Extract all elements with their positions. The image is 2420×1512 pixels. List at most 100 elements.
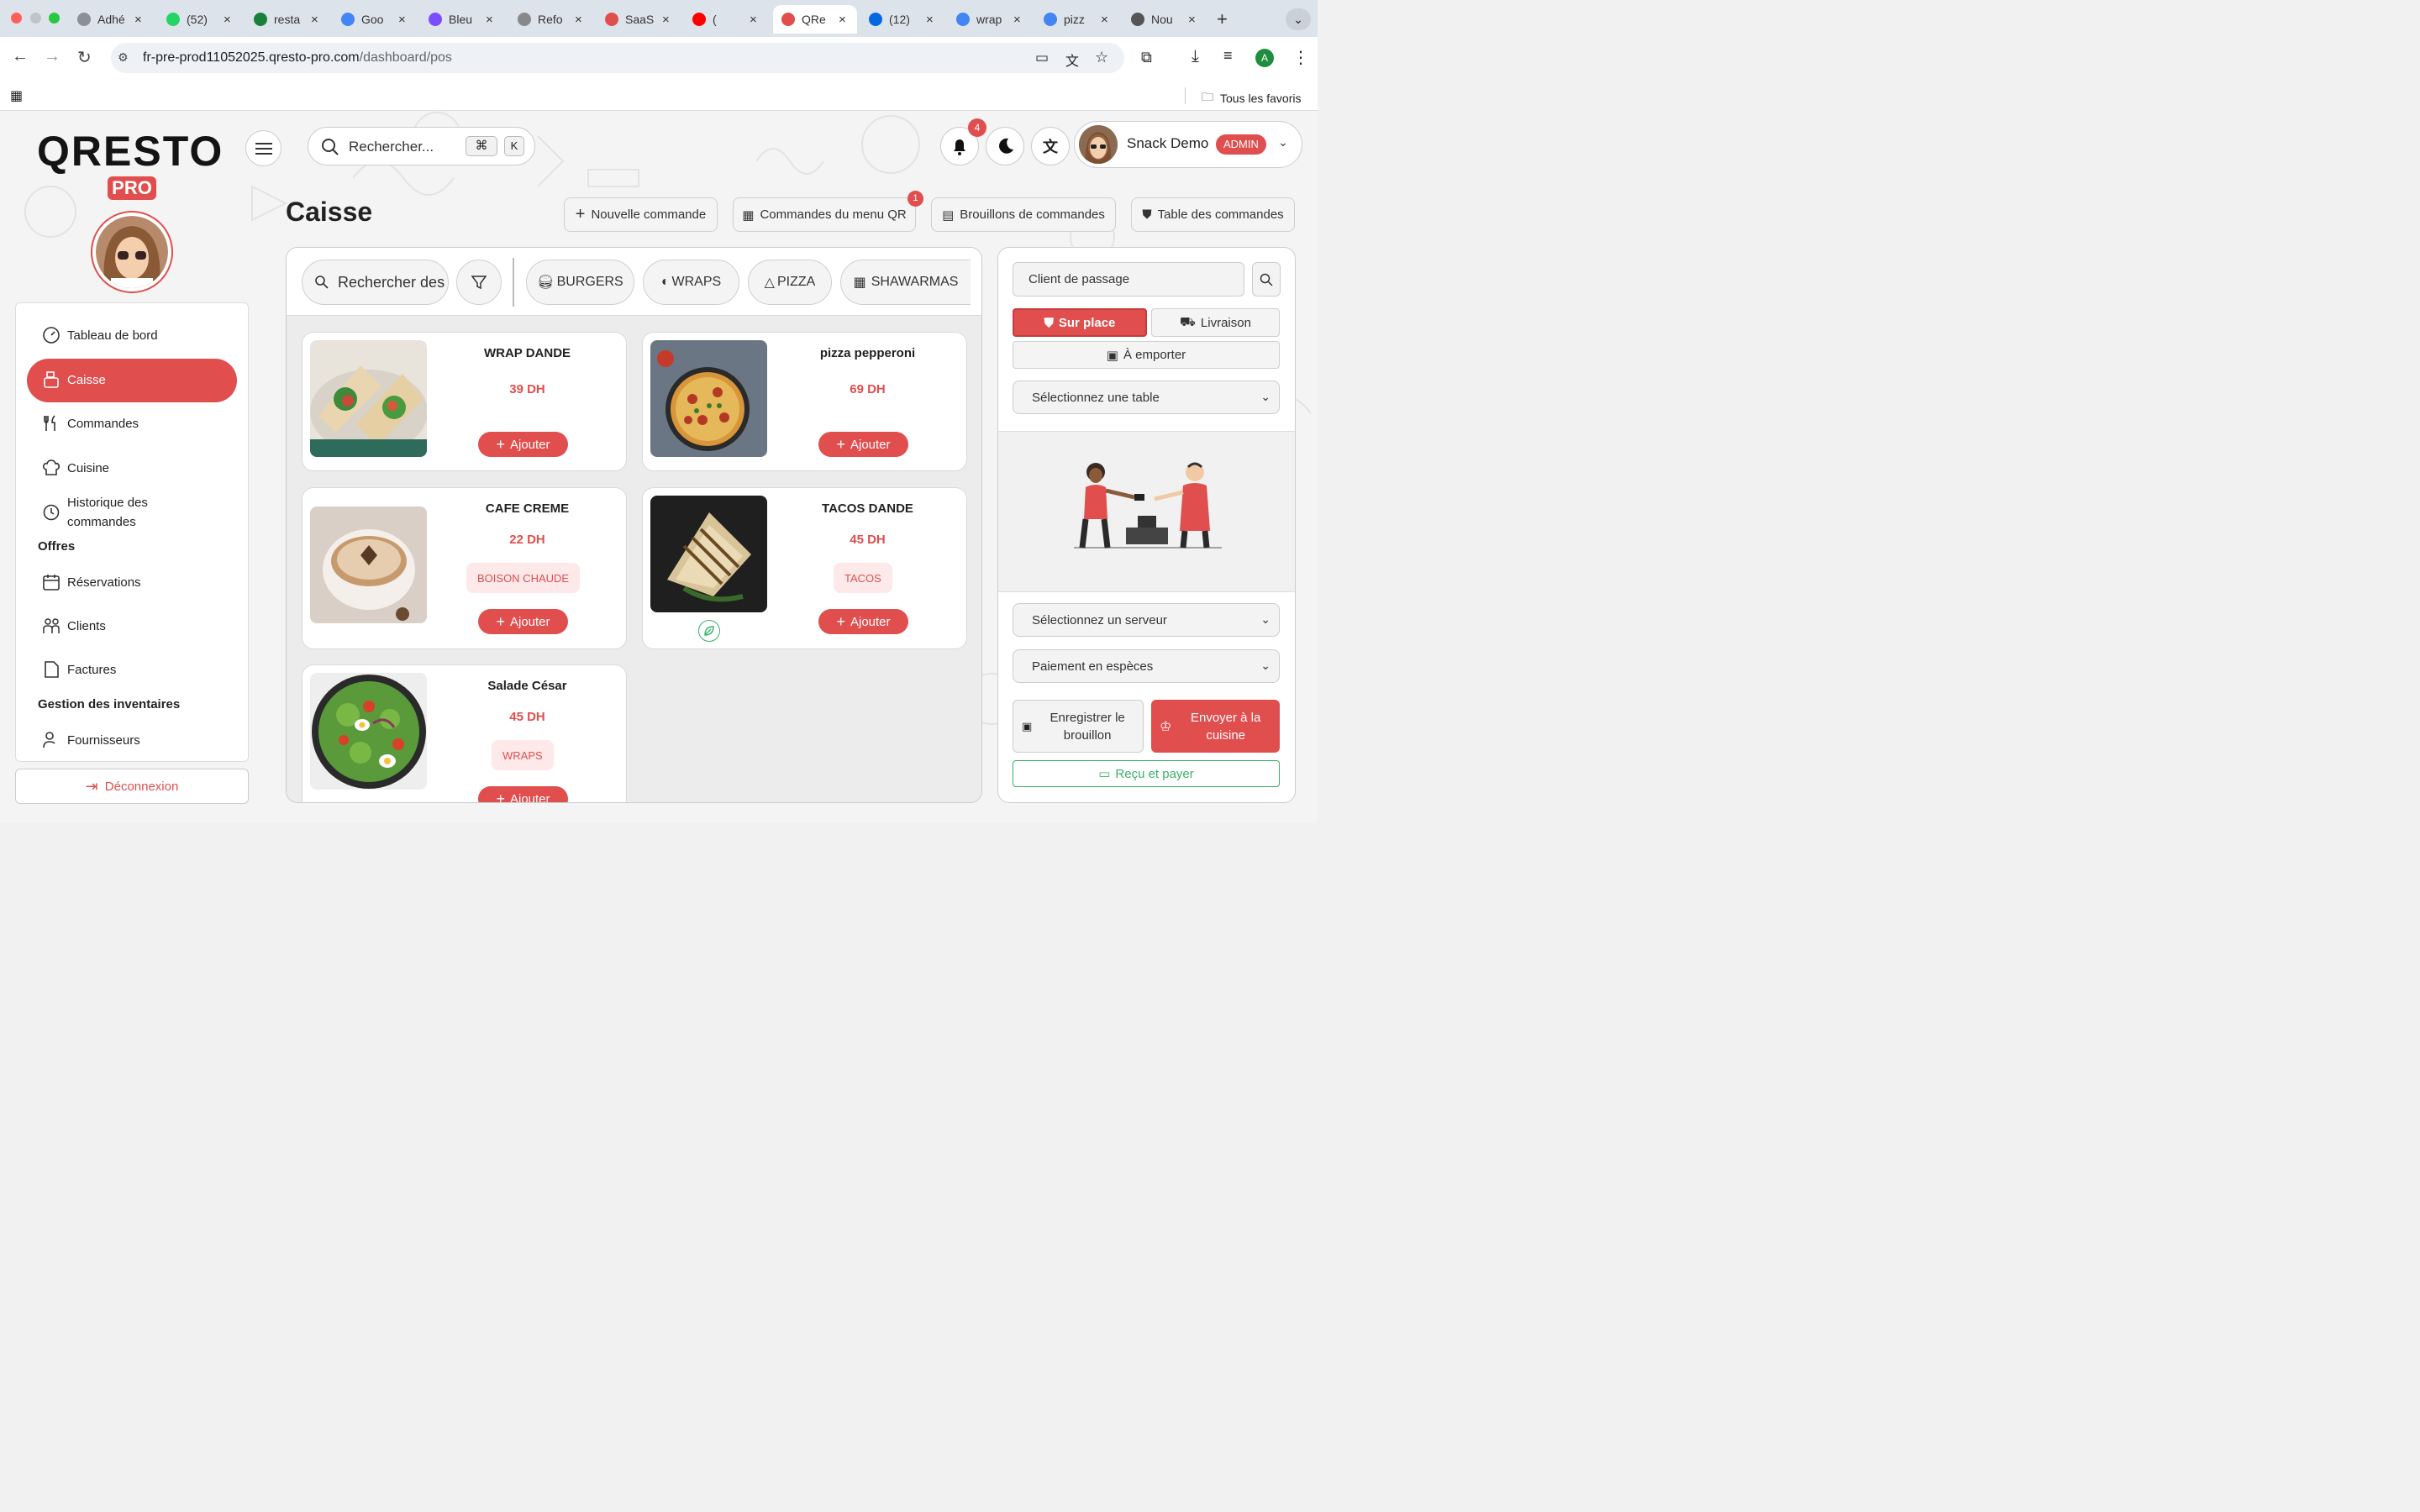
add-product-button[interactable]: + Ajouter [478,432,568,457]
tab-close-icon[interactable]: × [575,13,582,27]
extensions-icon[interactable]: ⧉ [1141,49,1152,66]
profile-avatar[interactable]: A [1255,49,1274,67]
user-avatar [1079,125,1118,164]
dark-mode-button[interactable] [986,127,1024,165]
add-product-button[interactable]: + Ajouter [478,786,568,802]
browser-tab[interactable]: wrap × [948,5,1032,34]
payment-select[interactable]: Paiement en espèces ⌄ [1013,649,1280,683]
download-icon[interactable]: ⤓ [1192,47,1199,66]
browser-tab[interactable]: SaaS × [597,5,681,34]
language-button[interactable]: 文 [1031,127,1070,165]
tab-close-icon[interactable]: × [486,13,493,27]
product-card[interactable]: WRAP DANDE 39 DH + Ajouter [302,332,627,471]
window-close-control[interactable] [11,13,22,24]
window-zoom-control[interactable] [49,13,60,24]
add-product-button[interactable]: + Ajouter [818,432,908,457]
notifications-badge: 4 [968,118,986,137]
sidebar-item-commandes[interactable]: Commandes [42,414,139,433]
product-search-input[interactable]: Rechercher des produits [302,260,449,305]
table-select[interactable]: Sélectionnez une table ⌄ [1013,381,1280,414]
mode-sur-place-button[interactable]: ⛊ Sur place [1013,308,1147,337]
sidebar-item-factures[interactable]: Factures [42,660,116,679]
browser-tab[interactable]: pizz × [1035,5,1119,34]
browser-tab[interactable]: Refo × [509,5,593,34]
translate-icon[interactable]: 文 [1065,50,1079,70]
menu-kebab-icon[interactable]: ⋮ [1292,47,1309,68]
tab-close-icon[interactable]: × [926,13,934,27]
tab-close-icon[interactable]: × [1101,13,1108,27]
browser-tab[interactable]: (52) × [158,5,242,34]
app-root: QRESTO PRO Rechercher... ⌘ K 4 文 Snack D… [0,111,1318,823]
sidebar-avatar[interactable] [91,211,173,293]
url-text[interactable]: fr-pre-prod11052025.qresto-pro.com/dashb… [143,50,452,66]
product-card[interactable]: Salade César 45 DH WRAPS + Ajouter [302,664,627,802]
tab-close-icon[interactable]: × [1188,13,1196,27]
browser-tab[interactable]: (× [684,5,768,34]
browser-tab[interactable]: Bleu × [420,5,504,34]
new-order-button[interactable]: + Nouvelle commande [564,197,718,232]
back-icon[interactable]: ← [12,47,29,66]
orders-table-button[interactable]: ⛊ Table des commandes [1131,197,1295,232]
tab-close-icon[interactable]: × [750,13,757,27]
sidebar-item-historique[interactable]: Historique des commandes [42,493,168,532]
tab-close-icon[interactable]: × [311,13,318,27]
tab-close-icon[interactable]: × [134,13,142,27]
category-wraps[interactable]: ◐ WRAPS [643,260,739,305]
category-shawarmas[interactable]: ▦ SHAWARMAS [840,260,971,305]
mode-livraison-button[interactable]: ⛟ Livraison [1151,308,1280,337]
product-card[interactable]: TACOS DANDE 45 DH TACOS + Ajouter [642,487,967,649]
address-bar[interactable]: ⚙ fr-pre-prod11052025.qresto-pro.com/das… [111,43,1124,73]
qr-orders-button[interactable]: ▦ Commandes du menu QR [733,197,916,232]
install-app-icon[interactable]: ▭ [1035,50,1049,66]
tab-close-icon[interactable]: × [1013,13,1021,27]
product-card[interactable]: CAFE CREME 22 DH BOISON CHAUDE + Ajouter [302,487,627,649]
tab-search-icon[interactable]: ⌄ [1286,8,1311,30]
brand-logo[interactable]: QRESTO [37,129,224,173]
window-minimize-control[interactable] [30,13,41,24]
sidebar-item-reservations[interactable]: Réservations [42,573,141,591]
tab-close-icon[interactable]: × [224,13,231,27]
sidebar-item-cuisine[interactable]: Cuisine [42,459,109,477]
browser-tab[interactable]: Adhé × [69,5,153,34]
apps-grid-icon[interactable]: ▦ [10,87,23,104]
logout-button[interactable]: ⇥ Déconnexion [15,769,249,804]
add-product-button[interactable]: + Ajouter [478,609,568,634]
browser-tab[interactable]: Goo × [333,5,417,34]
product-card[interactable]: pizza pepperoni 69 DH + Ajouter [642,332,967,471]
filter-button[interactable] [456,260,502,305]
user-menu[interactable]: Snack Demo ADMIN ⌄ [1074,121,1302,168]
forward-icon[interactable]: → [44,47,60,66]
receipt-pay-button[interactable]: ▭ Reçu et payer [1013,760,1280,787]
global-search-input[interactable]: Rechercher... ⌘ K [308,127,535,165]
client-search-button[interactable] [1252,262,1281,297]
bookmark-star-icon[interactable]: ☆ [1095,49,1108,66]
browser-tab[interactable]: (12) × [860,5,944,34]
add-product-button[interactable]: + Ajouter [818,609,908,634]
all-bookmarks-folder[interactable]: 🗀 Tous les favoris [1202,88,1301,108]
new-tab-icon[interactable]: + [1217,8,1228,30]
browser-tab[interactable]: QRe × [773,5,857,34]
server-select[interactable]: Sélectionnez un serveur ⌄ [1013,603,1280,637]
menu-toggle-button[interactable] [245,130,281,166]
browser-tab[interactable]: Nou × [1123,5,1207,34]
tab-close-icon[interactable]: × [398,13,406,27]
sidebar-item-caisse-content[interactable]: Caisse [42,370,106,389]
send-to-kitchen-button[interactable]: ♔ Envoyer à la cuisine [1151,700,1280,753]
sidebar-item-fournisseurs[interactable]: Fournisseurs [42,731,140,749]
sidebar-item-tableau-de-bord[interactable]: Tableau de bord [42,326,158,344]
media-icon[interactable]: ≡ [1223,47,1233,65]
category-pizza[interactable]: △ PIZZA [748,260,832,305]
sidebar-item-clients[interactable]: Clients [42,617,106,635]
mode-a-emporter-button[interactable]: ▣ À emporter [1013,341,1280,369]
tab-title: wrap [976,13,1002,26]
client-input[interactable]: Client de passage [1013,262,1244,297]
tab-close-icon[interactable]: × [662,13,670,27]
tab-close-icon[interactable]: × [839,13,846,27]
sidebar-item-label: Clients [67,618,106,633]
order-drafts-button[interactable]: ▤ Brouillons de commandes [931,197,1116,232]
category-burgers[interactable]: 🍔︎ BURGERS [526,260,634,305]
site-info-icon[interactable]: ⚙ [118,50,129,65]
reload-icon[interactable]: ↻ [77,47,92,68]
browser-tab[interactable]: resta × [245,5,329,34]
save-draft-button[interactable]: ▣ Enregistrer le brouillon [1013,700,1144,753]
